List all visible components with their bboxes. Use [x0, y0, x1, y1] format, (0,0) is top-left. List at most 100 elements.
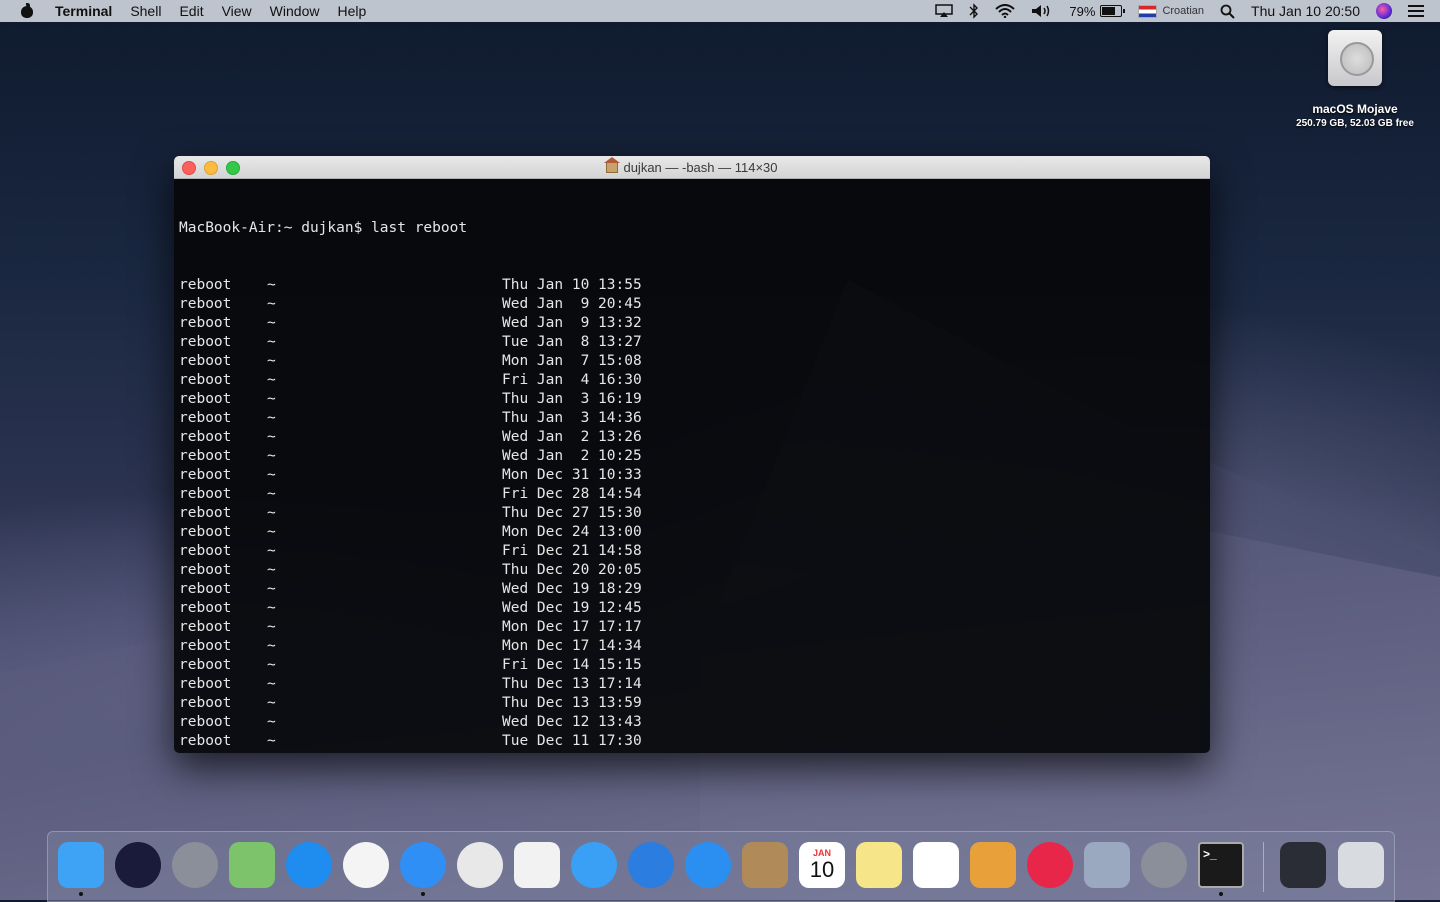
apple-menu-icon[interactable] — [20, 3, 34, 19]
menu-view[interactable]: View — [213, 0, 261, 22]
row-tty: ~ — [267, 638, 276, 654]
skitch-icon[interactable] — [1027, 842, 1073, 888]
row-date: Fri Dec 14 15:15 — [502, 657, 642, 673]
row-user: reboot — [179, 429, 232, 445]
menu-clock[interactable]: Thu Jan 10 20:50 — [1251, 0, 1360, 22]
bluetooth-icon[interactable] — [969, 0, 979, 22]
desktop-drive[interactable]: macOS Mojave 250.79 GB, 52.03 GB free — [1285, 30, 1425, 129]
output-row: reboot ~ Mon Dec 17 17:17 — [179, 618, 1210, 637]
tweetbot-icon[interactable] — [628, 842, 674, 888]
row-date: Mon Jan 7 15:08 — [502, 353, 642, 369]
trash-icon-glyph — [1338, 842, 1384, 888]
app-store-icon[interactable] — [286, 842, 332, 888]
row-tty: ~ — [267, 448, 276, 464]
menu-bar: Terminal Shell Edit View Window Help 79%… — [0, 0, 1440, 22]
input-source-menu[interactable]: Croatian — [1138, 0, 1204, 22]
row-date: Wed Dec 19 18:29 — [502, 581, 642, 597]
row-tty: ~ — [267, 733, 276, 749]
calendar-icon[interactable]: JAN 10 — [799, 842, 845, 888]
row-date: Wed Dec 19 12:45 — [502, 600, 642, 616]
row-user: reboot — [179, 638, 232, 654]
calendar-day: 10 — [809, 857, 835, 882]
row-date: Fri Dec 21 14:58 — [502, 543, 642, 559]
row-user: reboot — [179, 676, 232, 692]
row-user: reboot — [179, 714, 232, 730]
safari-icon[interactable] — [400, 842, 446, 896]
maps-icon[interactable] — [229, 842, 275, 888]
output-row: reboot ~ Thu Dec 27 15:30 — [179, 504, 1210, 523]
output-row: reboot ~ Fri Jan 4 16:30 — [179, 371, 1210, 390]
row-date: Wed Jan 9 13:32 — [502, 315, 642, 331]
launchpad-icon[interactable] — [172, 842, 218, 888]
finder-icon-glyph — [58, 842, 104, 888]
row-date: Mon Dec 17 17:17 — [502, 619, 642, 635]
battery-status[interactable]: 79% — [1069, 0, 1126, 22]
row-user: reboot — [179, 562, 232, 578]
spotlight-search-icon[interactable] — [1220, 0, 1235, 22]
tweetbot-icon-glyph — [628, 842, 674, 888]
terminal-window[interactable]: dujkan — -bash — 114×30 MacBook-Air:~ du… — [174, 156, 1210, 753]
contacts-icon-glyph — [742, 842, 788, 888]
input-source-label: Croatian — [1162, 5, 1205, 17]
row-date: Fri Jan 4 16:30 — [502, 372, 642, 388]
messages-icon[interactable] — [571, 842, 617, 888]
croatian-flag-icon — [1138, 4, 1158, 18]
menu-edit[interactable]: Edit — [170, 0, 212, 22]
close-button[interactable] — [182, 161, 196, 175]
trash-icon[interactable] — [1338, 842, 1384, 888]
skitch-icon-glyph — [1027, 842, 1073, 888]
terminal-icon[interactable]: >_ — [1198, 842, 1244, 896]
finder-icon[interactable] — [58, 842, 104, 896]
row-date: Thu Dec 13 17:14 — [502, 676, 642, 692]
siri-icon-glyph — [115, 842, 161, 888]
system-preferences-icon[interactable] — [1141, 842, 1187, 888]
menu-shell[interactable]: Shell — [121, 0, 170, 22]
row-tty: ~ — [267, 277, 276, 293]
minimize-button[interactable] — [204, 161, 218, 175]
row-user: reboot — [179, 657, 232, 673]
spark-icon[interactable] — [685, 842, 731, 888]
row-user: reboot — [179, 486, 232, 502]
wifi-icon[interactable] — [995, 0, 1016, 22]
menu-help[interactable]: Help — [328, 0, 375, 22]
notes-icon-glyph — [856, 842, 902, 888]
row-user: reboot — [179, 448, 232, 464]
notification-center-icon[interactable] — [1408, 0, 1424, 22]
window-titlebar[interactable]: dujkan — -bash — 114×30 — [174, 156, 1210, 179]
menu-app-name[interactable]: Terminal — [46, 0, 121, 22]
row-tty: ~ — [267, 751, 502, 753]
row-user: reboot — [179, 391, 232, 407]
row-date: Thu Dec 27 15:30 — [502, 505, 642, 521]
output-row: reboot ~ Tue Dec 11 17:30 — [179, 732, 1210, 751]
reminders-icon[interactable] — [913, 842, 959, 888]
row-date: Thu Jan 3 14:36 — [502, 410, 642, 426]
output-row: reboot ~ Mon Dec 31 10:33 — [179, 466, 1210, 485]
volume-icon[interactable] — [1031, 0, 1053, 22]
output-row: reboot ~ Thu Dec 20 20:05 — [179, 561, 1210, 580]
notes-icon[interactable] — [856, 842, 902, 888]
row-user: reboot — [179, 315, 232, 331]
slack-icon[interactable] — [514, 842, 560, 888]
maps-icon-glyph — [229, 842, 275, 888]
row-tty: ~ — [267, 467, 276, 483]
output-row: reboot ~ Mon Dec 24 13:00 — [179, 523, 1210, 542]
chrome-icon[interactable] — [457, 842, 503, 888]
siri-menu-icon[interactable] — [1376, 0, 1392, 22]
zoom-button[interactable] — [226, 161, 240, 175]
terminal-window-thumbnail[interactable] — [1280, 842, 1326, 888]
photos-icon[interactable] — [343, 842, 389, 888]
row-tty: ~ — [267, 315, 276, 331]
row-date: Thu Jan 3 16:19 — [502, 391, 642, 407]
menu-window[interactable]: Window — [261, 0, 329, 22]
window-title-area: dujkan — -bash — 114×30 — [604, 156, 778, 175]
messages-icon-glyph — [571, 842, 617, 888]
contacts-icon[interactable] — [742, 842, 788, 888]
preview-icon[interactable] — [1084, 842, 1130, 888]
siri-icon[interactable] — [115, 842, 161, 888]
pixelmator-icon[interactable] — [970, 842, 1016, 888]
airplay-icon[interactable] — [935, 0, 954, 22]
row-tty: ~ — [267, 429, 276, 445]
row-tty: ~ — [267, 486, 276, 502]
row-user: reboot — [179, 524, 232, 540]
terminal-content[interactable]: MacBook-Air:~ dujkan$ last reboot reboot… — [174, 179, 1210, 753]
